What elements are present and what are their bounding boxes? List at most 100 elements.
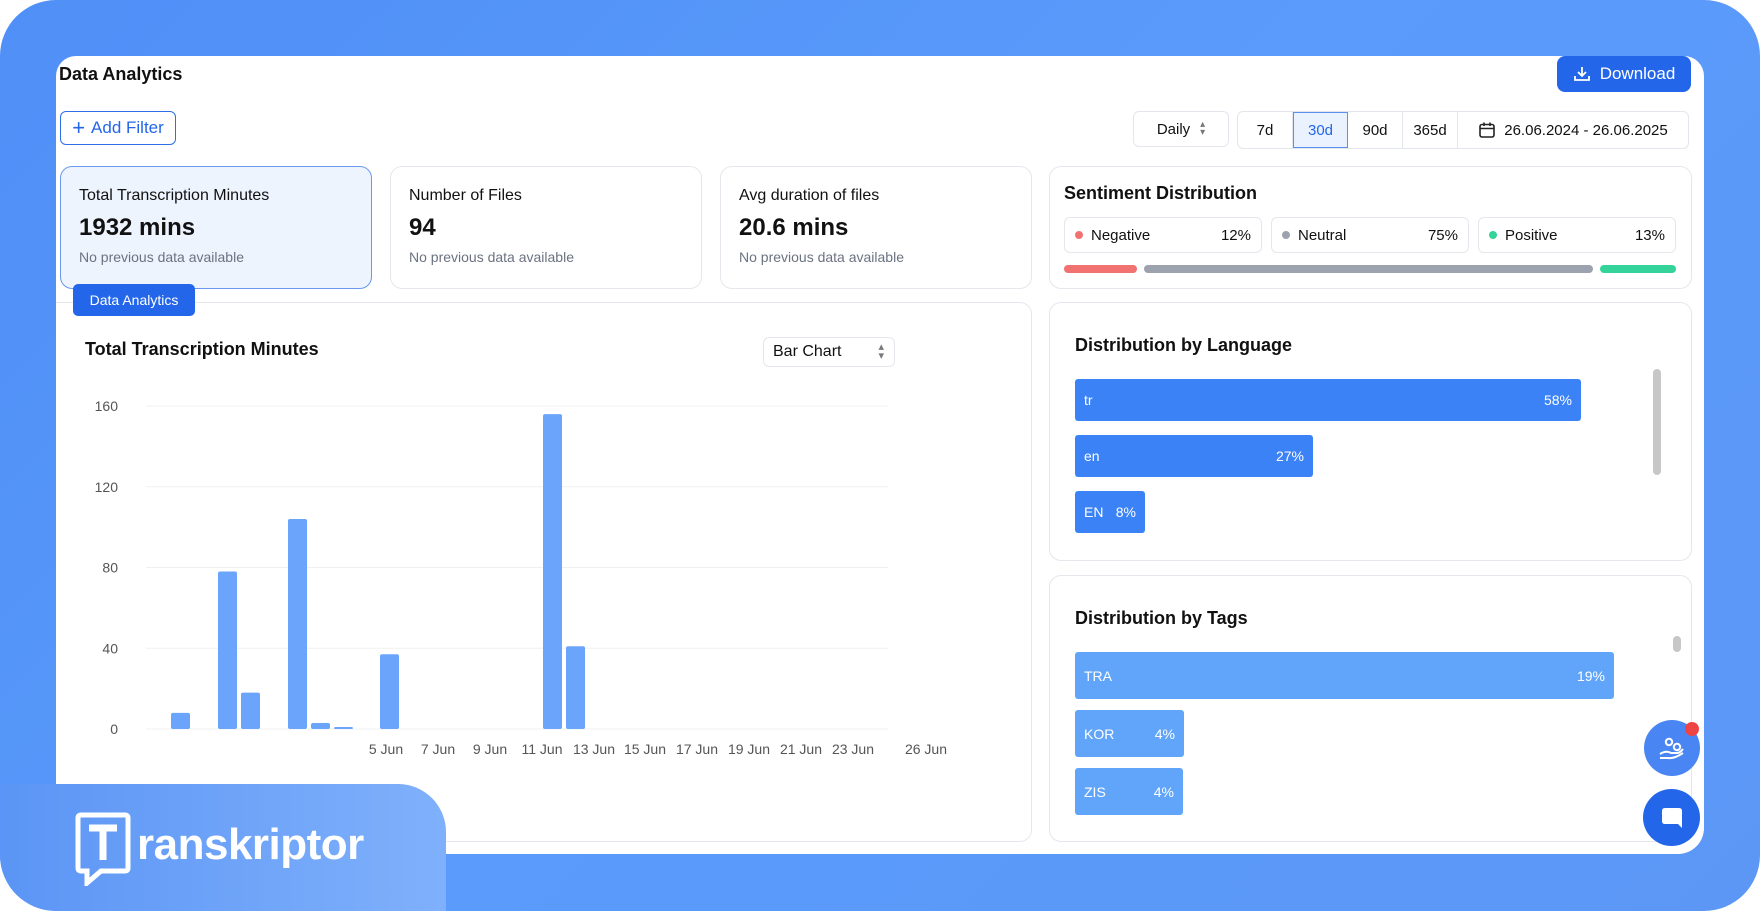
sentiment-title: Sentiment Distribution [1064,183,1257,203]
tag-pct: 4% [1153,783,1174,800]
stat-value: 94 [409,214,436,241]
chat-bubble-icon [1661,807,1682,828]
positive-dot-icon [1489,231,1497,239]
calendar-icon [1479,122,1496,138]
bar[interactable] [380,654,399,729]
tag-bar-tra: TRA 19% [1075,652,1614,699]
sentiment-pct: 12% [1220,226,1251,244]
stat-label: Number of Files [409,187,522,204]
download-label: Download [1599,64,1676,83]
add-filter-button[interactable]: + Add Filter [60,111,176,145]
stat-subtext: No previous data available [409,249,574,265]
range-7d[interactable]: 7d [1238,112,1293,148]
sentiment-bar-neutral [1144,265,1593,273]
interval-select[interactable]: Daily ▴ ▾ [1133,111,1229,147]
language-pct: 58% [1543,392,1572,408]
x-tick-label: 19 Jun [728,741,770,757]
bar[interactable] [288,519,307,729]
brand-banner: ranskriptor [0,784,446,911]
brand-name: ranskriptor [137,820,364,869]
y-tick-label: 40 [102,640,118,656]
tags-title: Distribution by Tags [1075,608,1248,628]
sentiment-label: Neutral [1298,226,1347,244]
bar[interactable] [218,571,237,729]
sentiment-bar-positive [1600,265,1676,273]
tag-bar-kor: KOR 4% [1075,710,1184,757]
sentiment-card: Sentiment Distribution Negative 12% Neut… [1049,166,1692,289]
language-bar-tr: tr 58% [1075,379,1581,421]
x-tick-label: 9 Jun [473,741,507,757]
stat-label: Total Transcription Minutes [79,187,270,204]
stat-card-number-of-files[interactable]: Number of Files 94 No previous data avai… [390,166,702,289]
stat-card-avg-duration[interactable]: Avg duration of files 20.6 mins No previ… [720,166,1032,289]
sentiment-bar-negative [1064,265,1137,273]
date-range-value: 26.06.2024 - 26.06.2025 [1504,121,1668,139]
language-card: Distribution by Language tr 58% en 27% E… [1049,302,1692,561]
range-selector: 7d 30d 90d 365d 26.06.2024 - 26.06.2025 [1237,111,1689,149]
x-tick-label: 26 Jun [905,741,947,757]
download-button[interactable]: Download [1557,56,1691,92]
stat-subtext: No previous data available [739,249,904,265]
tooltip: Data Analytics [73,284,195,316]
chat-button[interactable] [1643,789,1700,846]
transkriptor-logo-icon [75,812,131,886]
language-label: EN [1084,504,1104,520]
range-365d[interactable]: 365d [1403,112,1458,148]
screenshot-frame: Data Analytics Download + Add Filter Dai… [0,0,1760,911]
range-30d[interactable]: 30d [1293,112,1348,148]
date-range-picker[interactable]: 26.06.2024 - 26.06.2025 [1458,112,1688,148]
x-tick-label: 11 Jun [522,741,563,757]
tags-card: Distribution by Tags TRA 19% KOR 4% ZIS … [1049,575,1692,842]
stat-value: 20.6 mins [739,214,849,241]
chart-title: Total Transcription Minutes [85,339,319,359]
page-title: Data Analytics [59,64,183,84]
bar[interactable] [334,726,353,729]
x-tick-label: 23 Jun [832,741,874,757]
chevron-updown-icon: ▴ ▾ [1200,119,1206,138]
chart-type-value: Bar Chart [773,343,842,360]
language-bar-EN: EN 8% [1075,491,1145,533]
tag-label: TRA [1084,667,1112,684]
x-tick-label: 15 Jun [624,741,666,757]
bar[interactable] [241,692,260,729]
bar[interactable] [566,646,585,729]
language-bar-en: en 27% [1075,435,1313,477]
add-filter-label: Add Filter [91,118,164,137]
bar[interactable] [171,712,190,729]
stat-card-total-minutes[interactable]: Total Transcription Minutes 1932 mins No… [60,166,372,289]
x-tick-label: 7 Jun [421,741,455,757]
hand-assist-icon [1659,737,1684,760]
sentiment-pct: 13% [1634,226,1665,244]
stat-label: Avg duration of files [739,187,880,204]
language-label: tr [1084,392,1093,408]
range-90d[interactable]: 90d [1348,112,1403,148]
negative-dot-icon [1075,231,1083,239]
plus-icon: + [72,115,86,140]
analytics-panel: Data Analytics Download + Add Filter Dai… [56,56,1704,854]
sentiment-label: Negative [1091,226,1151,244]
bar[interactable] [543,414,562,729]
tag-label: ZIS [1084,783,1106,800]
language-title: Distribution by Language [1075,335,1293,355]
sentiment-pill-negative: Negative 12% [1064,217,1262,253]
interval-value: Daily [1156,120,1191,138]
sentiment-label: Positive [1505,226,1558,244]
y-tick-label: 80 [102,560,118,576]
x-tick-label: 17 Jun [676,741,718,757]
x-tick-label: 5 Jun [369,741,403,757]
tag-pct: 4% [1154,725,1175,742]
y-tick-label: 120 [95,479,119,495]
x-tick-label: 21 Jun [780,741,822,757]
y-tick-label: 160 [95,398,119,414]
language-pct: 8% [1115,504,1136,520]
bar[interactable] [311,722,330,729]
neutral-dot-icon [1282,231,1290,239]
language-scrollbar[interactable] [1653,369,1661,475]
language-pct: 27% [1275,448,1304,464]
language-label: en [1084,448,1100,464]
sentiment-pill-positive: Positive 13% [1478,217,1676,253]
tags-scrollbar[interactable] [1673,636,1681,652]
bar-chart: 0 40 80 120 160 5 Jun 7 Jun 9 Jun 11 Jun 13 Jun 15… [95,398,947,757]
stat-subtext: No previous data available [79,249,244,265]
download-icon [1573,67,1590,81]
